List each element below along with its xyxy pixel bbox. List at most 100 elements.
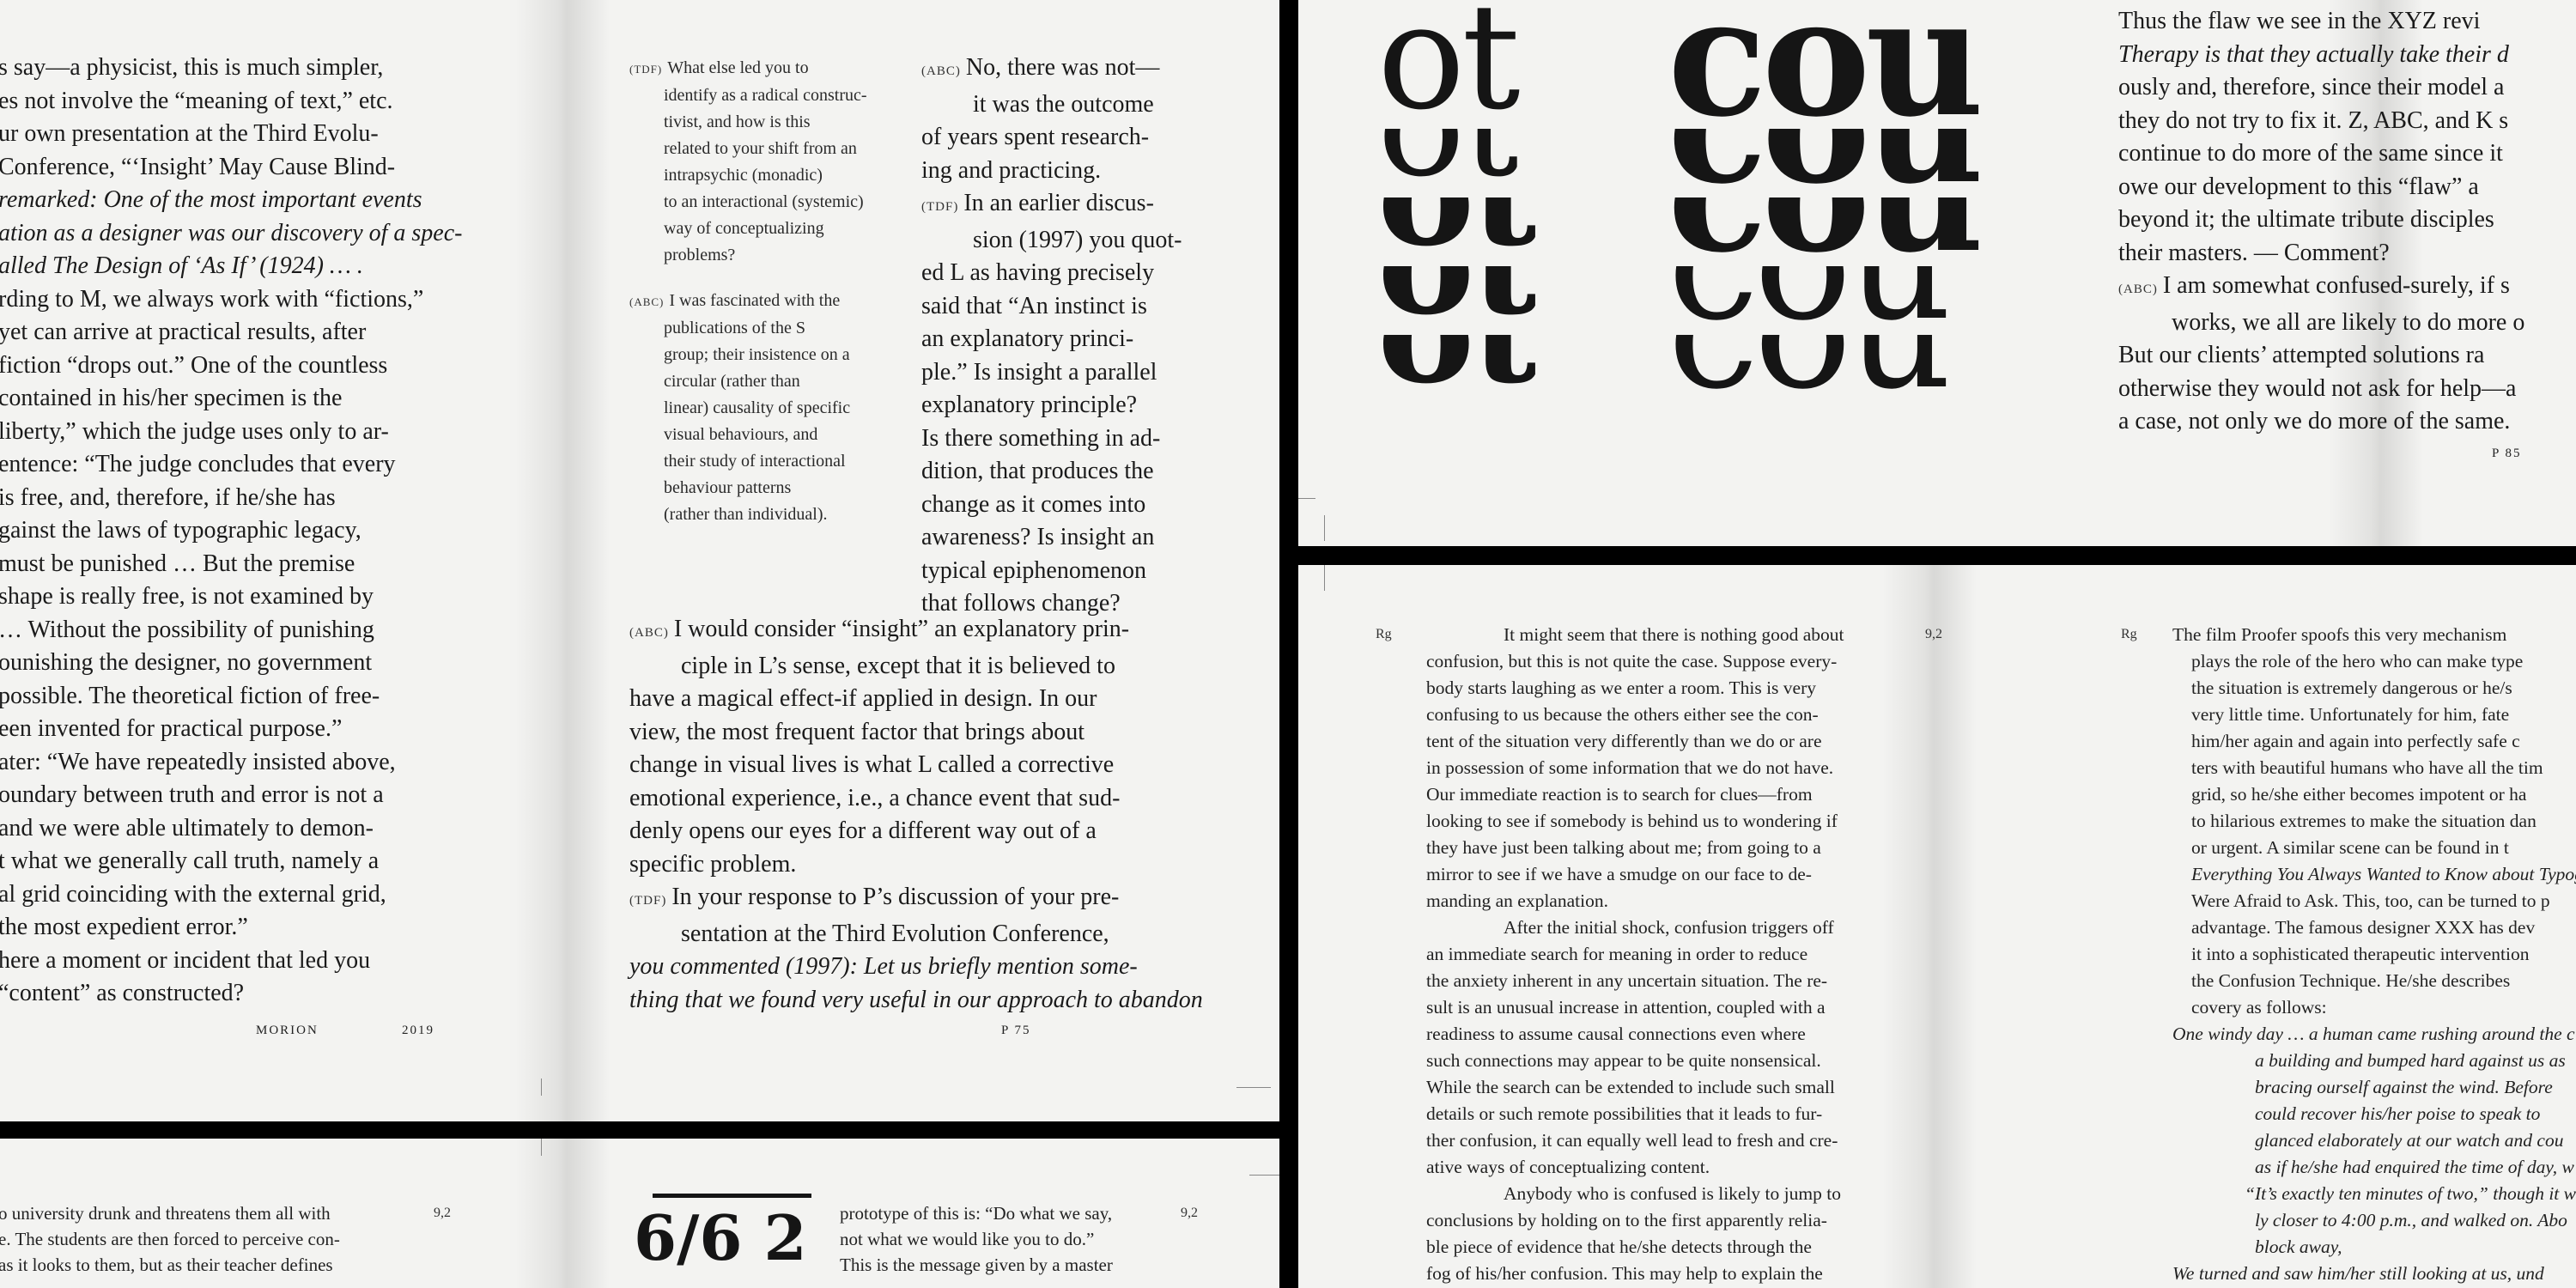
- text-line: intrapsychic (monadic): [664, 166, 823, 185]
- page-number: P 85: [2492, 447, 2522, 460]
- text-line: Is there something in ad-: [921, 424, 1161, 452]
- quote-line: “It’s exactly ten minutes of two,” thoug…: [2245, 1183, 2576, 1204]
- text-line: sult is an unusual increase in attention…: [1426, 997, 1826, 1018]
- spine-shadow: [515, 0, 610, 1121]
- crop-mark: [1249, 1175, 1279, 1176]
- text-line: looking to see if somebody is behind us …: [1426, 811, 1838, 831]
- text-line: yet can arrive at practical results, aft…: [0, 319, 367, 345]
- text-line: change as it comes into: [921, 490, 1146, 518]
- text-line: here a moment or incident that led you: [0, 946, 371, 974]
- text-line: While the search can be extended to incl…: [1426, 1077, 1835, 1097]
- essay-body-right: prototype of this is: “Do what we say, n…: [840, 1200, 1113, 1278]
- text-line: sion (1997) you quot-: [973, 226, 1182, 253]
- text-line: In an earlier discus-: [963, 190, 1154, 216]
- text-line: remarked: One of the most important even…: [0, 186, 422, 213]
- speaker-tag: (TDF): [921, 200, 959, 214]
- text-line: After the initial shock, confusion trigg…: [1504, 917, 1834, 938]
- text-line: way of conceptualizing: [664, 219, 824, 238]
- text-line: not what we would like you to do.”: [840, 1229, 1095, 1249]
- text-line: thing that we found very useful in our a…: [629, 986, 1203, 1013]
- text-line: Everything You Always Wanted to Know abo…: [2191, 864, 2576, 884]
- text-line: gainst the laws of typographic legacy,: [0, 517, 361, 544]
- text-line: contained in his/her specimen is the: [0, 385, 343, 411]
- text-line: the anxiety inherent in any uncertain si…: [1426, 970, 1828, 991]
- text-line: ater: “We have repeatedly insisted above…: [0, 748, 396, 775]
- margin-label: Rg: [2121, 627, 2137, 641]
- text-line: No, there was not—: [965, 54, 1160, 81]
- text-line: it into a sophisticated therapeutic inte…: [2191, 944, 2530, 964]
- spread-bottom-left: o university drunk and threatens them al…: [0, 1139, 1279, 1288]
- text-line: linear) causality of specific: [664, 398, 851, 417]
- text-line: mirror to see if we have a smudge on our…: [1426, 864, 1812, 884]
- text-line: liberty,” which the judge uses only to a…: [0, 417, 389, 445]
- text-line: ther confusion, it can equally well lead…: [1426, 1130, 1838, 1151]
- page-number: P 75: [1001, 1024, 1031, 1037]
- text-line: advantage. The famous designer XXX has d…: [2191, 917, 2536, 938]
- spread-top-right: ot ot ot ot ot cou cou cou cou cou Thus …: [1298, 0, 2576, 546]
- footer-author: MORION: [256, 1024, 319, 1037]
- text-line: possible. The theoretical fiction of fre…: [0, 682, 380, 709]
- text-line: But our clients’ attempted solutions ra: [2118, 342, 2485, 368]
- text-line: ters with beautiful humans who have all …: [2191, 757, 2543, 778]
- text-line: works, we all are likely to do more o: [2172, 308, 2525, 336]
- text-line: to hilarious extremes to make the situat…: [2191, 811, 2537, 831]
- text-line: manding an explanation.: [1426, 890, 1608, 911]
- text-line: view, the most frequent factor that brin…: [629, 718, 1085, 745]
- text-line: change in visual lives is what L called …: [629, 751, 1115, 778]
- text-line: confusing to us because the others eithe…: [1426, 704, 1819, 725]
- text-line: e. The students are then forced to perce…: [0, 1229, 340, 1249]
- text-line: ounishing the designer, no government: [0, 649, 373, 676]
- text-line: circular (rather than: [664, 372, 800, 391]
- text-line: fog of his/her confusion. This may help …: [1426, 1263, 1823, 1284]
- text-line: Therapy is that they actually take their…: [2118, 40, 2509, 68]
- text-line: their study of interactional: [664, 452, 846, 471]
- text-line: behaviour patterns: [664, 478, 792, 497]
- quote-line: We turned and saw him/her still looking …: [2172, 1263, 2544, 1284]
- interview-text-right-wide: (ABC) I would consider “insight” an expla…: [629, 613, 1205, 1017]
- text-line: covery as follows:: [2191, 997, 2327, 1018]
- notes-column: (TDF) What else led you to identify as a …: [629, 55, 867, 528]
- fraction-glyphs: 6/6 2: [634, 1201, 807, 1274]
- quote-line: ly closer to 4:00 p.m., and walked on. A…: [2255, 1210, 2567, 1230]
- text-line: said that “An instinct is: [921, 292, 1147, 319]
- text-line: identify as a radical construc-: [664, 86, 867, 105]
- margin-label: Rg: [1376, 627, 1392, 641]
- text-line: ple.” Is insight a parallel: [921, 358, 1157, 386]
- text-line: ciple in L’s sense, except that it is be…: [681, 652, 1115, 679]
- speaker-tag: (ABC): [921, 64, 961, 78]
- crop-mark: [541, 1078, 542, 1096]
- essay-body: o university drunk and threatens them al…: [0, 1200, 340, 1278]
- text-line: entence: “The judge concludes that every: [0, 451, 396, 477]
- footer-year: 2019: [402, 1024, 434, 1037]
- text-line: explanatory principle?: [921, 392, 1138, 418]
- text-line: Conference, “‘Insight’ May Cause Blind-: [0, 153, 396, 180]
- text-line: denly opens our eyes for a different way…: [629, 817, 1097, 844]
- text-line: typical epiphenomenon: [921, 556, 1147, 584]
- text-line: have a magical effect-if applied in desi…: [629, 685, 1097, 712]
- interview-text-left: s say—a physicist, this is much simpler,…: [0, 52, 463, 1011]
- text-line: I was fascinated with the: [669, 291, 841, 310]
- text-line: to an interactional (systemic): [664, 192, 864, 211]
- interview-text-continuation: Thus the flaw we see in the XYZ revi The…: [2118, 5, 2524, 439]
- text-line: The film Proofer spoofs this very mechan…: [2172, 624, 2507, 645]
- quote-line: could recover his/her poise to speak to: [2255, 1103, 2541, 1124]
- text-line: This is the message given by a master: [840, 1255, 1113, 1275]
- text-line: o university drunk and threatens them al…: [0, 1203, 331, 1224]
- text-line: an immediate search for meaning in order…: [1426, 944, 1808, 964]
- text-line: Thus the flaw we see in the XYZ revi: [2118, 8, 2481, 34]
- quote-line: as if he/she had enquired the time of da…: [2255, 1157, 2574, 1177]
- text-line: s say—a physicist, this is much simpler,: [0, 54, 384, 81]
- text-line: otherwise they would not ask for help—a: [2118, 374, 2517, 402]
- text-line: “content” as constructed?: [0, 980, 245, 1006]
- text-line: owe our development to this “flaw” a: [2118, 173, 2479, 200]
- speaker-tag: (ABC): [629, 626, 669, 640]
- speaker-tag: (ABC): [2118, 283, 2158, 296]
- quote-line: a building and bumped hard against us as: [2255, 1050, 2566, 1071]
- text-line: problems?: [664, 246, 736, 264]
- text-line: visual behaviours, and: [664, 425, 818, 444]
- text-line: emotional experience, i.e., a chance eve…: [629, 784, 1121, 811]
- text-line: al grid coinciding with the external gri…: [0, 880, 386, 908]
- text-line: the situation is extremely dangerous or …: [2191, 677, 2512, 698]
- text-line: such connections may appear to be quite …: [1426, 1050, 1821, 1071]
- crop-mark: [1324, 565, 1325, 591]
